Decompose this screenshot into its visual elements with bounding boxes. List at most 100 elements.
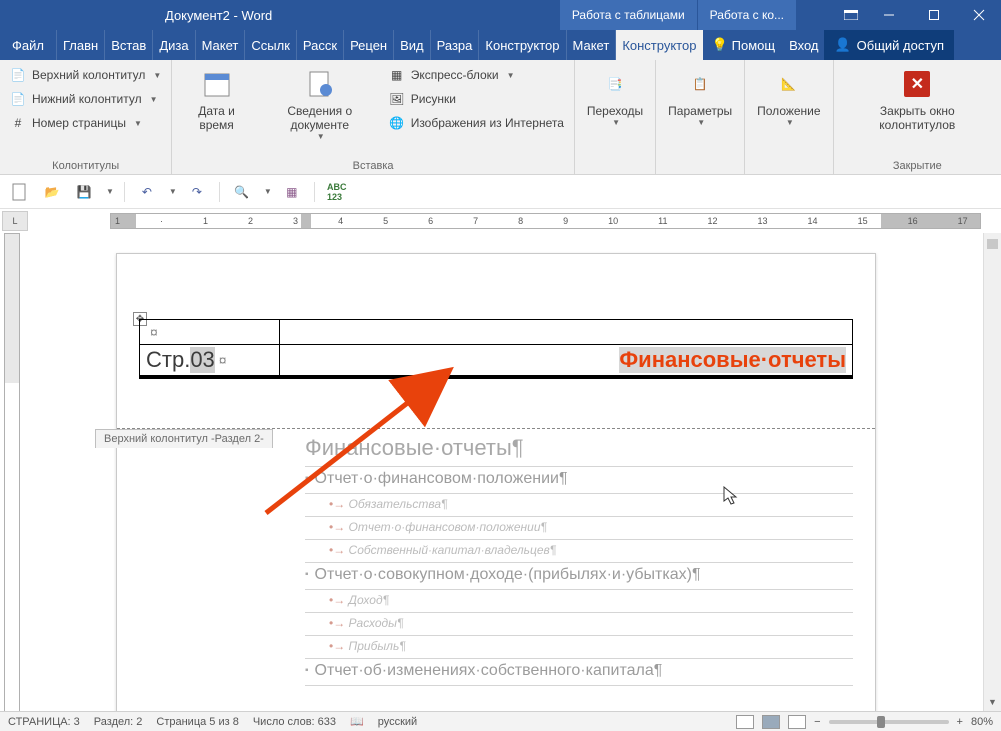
menu-table-constructor[interactable]: Конструктор [479, 30, 566, 60]
quick-parts-button[interactable]: ▦Экспресс-блоки▼ [385, 64, 568, 86]
page-number-value: 03 [190, 347, 214, 373]
context-tabs: Работа с таблицами Работа с ко... [559, 0, 796, 30]
status-words[interactable]: Число слов: 633 [253, 716, 336, 728]
header-top-label: Верхний колонтитул [32, 68, 145, 82]
menu-layout[interactable]: Макет [196, 30, 246, 60]
footer-icon: 📄 [10, 91, 26, 107]
date-time-label: Дата и время [184, 104, 249, 132]
vertical-scrollbar[interactable]: ▲ ▼ [983, 233, 1001, 711]
menu-design[interactable]: Диза [153, 30, 195, 60]
blocks-icon: ▦ [389, 67, 405, 83]
menu-hf-constructor[interactable]: Конструктор [616, 30, 703, 60]
zoom-thumb[interactable] [877, 716, 885, 728]
menu-file[interactable]: Файл [0, 30, 57, 60]
horizontal-ruler[interactable]: 1·12345678910111213141516171819 [30, 209, 1001, 233]
close-header-footer-button[interactable]: ✕Закрыть окно колонтитулов [840, 64, 995, 158]
pagenum-icon: # [10, 115, 26, 131]
person-icon: 👤 [834, 37, 850, 53]
menu-share-label: Общий доступ [857, 38, 944, 53]
heading-2: Отчет·о·совокупном·доходе·(прибылях·и·уб… [305, 566, 701, 583]
zoom-out-button[interactable]: − [814, 716, 820, 728]
ribbon-group-position: 📐Положение▼ [745, 60, 833, 174]
ribbon-group-label: Колонтитулы [6, 158, 165, 172]
save-button[interactable]: 💾 [72, 180, 96, 204]
proofing-icon[interactable]: 📖 [350, 715, 364, 728]
close-button[interactable] [956, 0, 1001, 30]
maximize-button[interactable] [911, 0, 956, 30]
list-item: Прибыль [305, 637, 406, 655]
context-tab-header[interactable]: Работа с ко... [698, 0, 796, 30]
spellcheck-button[interactable]: ABC123 [325, 180, 349, 204]
header-icon: 📄 [10, 67, 26, 83]
chevron-down-icon[interactable]: ▼ [106, 187, 114, 196]
status-section[interactable]: Раздел: 2 [94, 716, 143, 728]
position-button[interactable]: 📐Положение▼ [751, 64, 826, 158]
header-region[interactable]: ✥ ¤ Стр.03¤ Финансовые·отчеты [139, 294, 853, 429]
date-time-button[interactable]: Дата и время [178, 64, 255, 158]
pictures-label: Рисунки [411, 92, 456, 106]
page-number-button[interactable]: #Номер страницы▼ [6, 112, 165, 134]
scroll-thumb[interactable] [987, 239, 998, 249]
vertical-ruler[interactable] [0, 233, 26, 711]
zoom-slider[interactable] [829, 720, 949, 724]
chevron-down-icon[interactable]: ▼ [169, 187, 177, 196]
menu-mailings[interactable]: Расск [297, 30, 344, 60]
ruler-row: L 1·12345678910111213141516171819 [0, 209, 1001, 233]
menu-review[interactable]: Рецен [344, 30, 394, 60]
window-title: Документ2 - Word [0, 8, 559, 23]
status-page[interactable]: СТРАНИЦА: 3 [8, 716, 80, 728]
header-top-button[interactable]: 📄 Верхний колонтитул ▼ [6, 64, 165, 86]
ribbon-group-nav: 📑Переходы▼ [575, 60, 656, 174]
header-bottom-label: Нижний колонтитул [32, 92, 142, 106]
table-button[interactable]: ▦ [280, 180, 304, 204]
print-layout-button[interactable] [762, 715, 780, 729]
chevron-down-icon: ▼ [317, 132, 325, 141]
chevron-down-icon: ▼ [697, 118, 705, 127]
status-page-of[interactable]: Страница 5 из 8 [156, 716, 238, 728]
quick-access-toolbar: 📂 💾 ▼ ↶ ▼ ↷ 🔍 ▼ ▦ ABC123 [0, 175, 1001, 209]
page-prefix: Стр. [146, 347, 190, 373]
online-pictures-button[interactable]: 🌐Изображения из Интернета [385, 112, 568, 134]
ribbon-options-icon[interactable] [836, 0, 866, 30]
menu-developer[interactable]: Разра [431, 30, 480, 60]
read-mode-button[interactable] [736, 715, 754, 729]
navigation-button[interactable]: 📑Переходы▼ [581, 64, 649, 158]
menu-view[interactable]: Вид [394, 30, 431, 60]
heading-2: Отчет·о·финансовом·положении [305, 470, 568, 487]
header-table[interactable]: ¤ Стр.03¤ Финансовые·отчеты [139, 319, 853, 379]
list-item: Отчет·о·финансовом·положении [305, 518, 547, 536]
redo-button[interactable]: ↷ [185, 180, 209, 204]
page-number-label: Номер страницы [32, 116, 126, 130]
document-area: ✥ ¤ Стр.03¤ Финансовые·отчеты [0, 233, 1001, 711]
menu-table-layout[interactable]: Макет [567, 30, 617, 60]
options-button[interactable]: 📋Параметры▼ [662, 64, 738, 158]
context-tab-table[interactable]: Работа с таблицами [560, 0, 697, 30]
zoom-value[interactable]: 80% [971, 716, 993, 728]
ruler-corner[interactable]: L [2, 211, 28, 231]
menu-login[interactable]: Вход [783, 30, 824, 60]
undo-button[interactable]: ↶ [135, 180, 159, 204]
menu-home[interactable]: Главн [57, 30, 105, 60]
doc-info-button[interactable]: Сведения о документе▼ [259, 64, 381, 158]
web-layout-button[interactable] [788, 715, 806, 729]
minimize-button[interactable] [866, 0, 911, 30]
open-button[interactable]: 📂 [40, 180, 64, 204]
nav-label: Переходы [587, 104, 643, 118]
new-doc-button[interactable] [8, 180, 32, 204]
chevron-down-icon: ▼ [150, 95, 158, 104]
menu-help[interactable]: 💡 Помощ [703, 30, 783, 60]
menu-insert[interactable]: Встав [105, 30, 153, 60]
header-bottom-button[interactable]: 📄 Нижний колонтитул ▼ [6, 88, 165, 110]
zoom-in-button[interactable]: + [957, 716, 963, 728]
menu-references[interactable]: Ссылк [245, 30, 297, 60]
scroll-down-icon[interactable]: ▼ [984, 693, 1001, 711]
cursor-icon [723, 486, 739, 511]
pictures-button[interactable]: 🖼Рисунки [385, 88, 568, 110]
menu-share[interactable]: 👤 Общий доступ [824, 30, 954, 60]
chevron-down-icon: ▼ [153, 71, 161, 80]
document-viewport[interactable]: ✥ ¤ Стр.03¤ Финансовые·отчеты [26, 233, 983, 711]
print-preview-button[interactable]: 🔍 [230, 180, 254, 204]
status-language[interactable]: русский [378, 716, 417, 728]
chevron-down-icon[interactable]: ▼ [264, 187, 272, 196]
list-item: Расходы [305, 614, 403, 632]
